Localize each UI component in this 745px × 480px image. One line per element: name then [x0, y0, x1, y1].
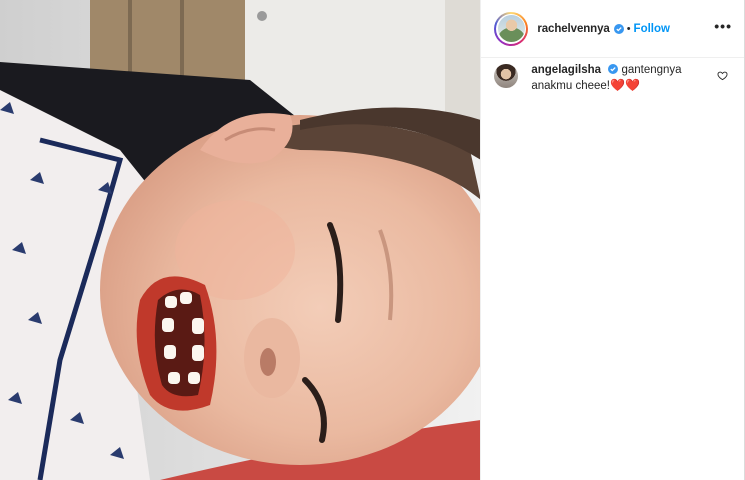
commenter-avatar[interactable] [494, 64, 519, 88]
avatar-image [497, 15, 525, 42]
verified-badge-icon [608, 64, 619, 74]
post-sidebar: rachelvennya • Follow ••• angelagilsha g… [480, 0, 744, 480]
post-photo[interactable] [0, 0, 481, 480]
follow-button[interactable]: Follow [634, 23, 670, 35]
verified-badge-icon [613, 23, 624, 34]
author-avatar[interactable] [494, 11, 529, 46]
comment-emoji: ❤️❤️ [610, 78, 640, 92]
comment-like-heart-icon[interactable] [717, 70, 728, 81]
comment-item: angelagilsha gantengnya anakmu cheee!❤️❤… [481, 58, 744, 94]
comment-body: angelagilsha gantengnya anakmu cheee!❤️❤… [531, 63, 711, 94]
instagram-post: rachelvennya • Follow ••• angelagilsha g… [0, 0, 745, 480]
photo-image [0, 0, 481, 480]
commenter-username[interactable]: angelagilsha [531, 64, 601, 76]
more-options-icon[interactable]: ••• [714, 19, 732, 37]
post-header: rachelvennya • Follow ••• [481, 0, 744, 58]
header-separator: • [626, 22, 631, 35]
author-username[interactable]: rachelvennya [537, 23, 609, 35]
avatar-frame [496, 13, 527, 44]
